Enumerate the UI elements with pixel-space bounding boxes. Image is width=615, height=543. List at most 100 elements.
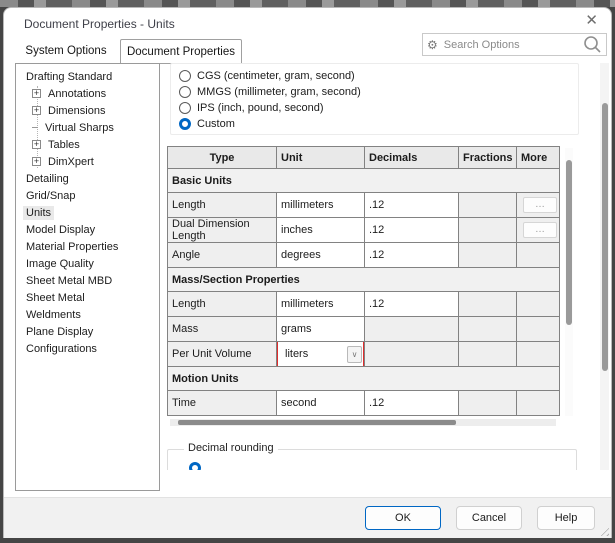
section-label: Motion Units [168, 367, 560, 391]
background-app-strip [0, 0, 615, 7]
tree-item-plane-display[interactable]: Plane Display [16, 323, 159, 340]
decimals-cell[interactable]: .12 [365, 193, 459, 218]
fractions-cell [459, 218, 517, 243]
fractions-cell [459, 292, 517, 317]
unit-cell[interactable]: liters∨ [277, 342, 365, 367]
table-horizontal-scrollbar[interactable] [170, 419, 556, 426]
radio-custom-label: Custom [197, 118, 235, 130]
decimals-cell[interactable]: .12 [365, 391, 459, 416]
section-row: Mass/Section Properties [168, 268, 560, 292]
decimals-cell[interactable]: .12 [365, 218, 459, 243]
tree-item-dimxpert[interactable]: +DimXpert [16, 153, 159, 170]
radio-mmgs-icon[interactable] [179, 86, 191, 98]
type-cell: Per Unit Volume [168, 342, 277, 367]
expand-icon[interactable]: + [32, 140, 41, 149]
tree-item-drafting-standard[interactable]: Drafting Standard [16, 68, 159, 85]
unit-cell[interactable]: millimeters [277, 193, 365, 218]
fractions-cell [459, 193, 517, 218]
table-vscroll-thumb[interactable] [566, 160, 572, 325]
type-cell: Length [168, 292, 277, 317]
decimals-cell[interactable] [365, 342, 459, 367]
tree-item-grid-snap[interactable]: Grid/Snap [16, 187, 159, 204]
radio-cgs[interactable]: CGS (centimeter, gram, second) [179, 68, 578, 84]
fractions-cell [459, 391, 517, 416]
ok-button[interactable]: OK [365, 506, 441, 530]
section-row: Basic Units [168, 169, 560, 193]
type-cell: Dual Dimension Length [168, 218, 277, 243]
units-table-row: Dual Dimension Lengthinches.12 … [168, 218, 560, 243]
table-hscroll-thumb[interactable] [178, 420, 456, 425]
more-cell [517, 292, 560, 317]
expand-icon[interactable]: + [32, 106, 41, 115]
tree-item-annotations[interactable]: + Annotations [16, 85, 159, 102]
decimals-cell[interactable]: .12 [365, 243, 459, 268]
document-properties-dialog: Document Properties - Units ✕ System Opt… [3, 7, 612, 538]
expand-icon[interactable]: + [32, 89, 41, 98]
radio-custom-icon[interactable] [179, 118, 191, 130]
more-cell [517, 342, 560, 367]
more-options-button[interactable]: … [523, 222, 557, 238]
type-cell: Mass [168, 317, 277, 342]
tree-item-label: Sheet Metal MBD [23, 274, 115, 288]
search-options-box[interactable]: ⚙ [422, 33, 607, 56]
tree-item-units[interactable]: Units [16, 204, 159, 221]
fractions-cell [459, 342, 517, 367]
table-vertical-scrollbar[interactable] [565, 148, 573, 416]
units-table-row: Lengthmillimeters.12… [168, 193, 560, 218]
unit-cell[interactable]: grams [277, 317, 365, 342]
tree-item-material-properties[interactable]: Material Properties [16, 238, 159, 255]
radio-ips[interactable]: IPS (inch, pound, second) [179, 100, 578, 116]
tree-item-label: Weldments [23, 308, 84, 322]
unit-cell[interactable]: inches [277, 218, 365, 243]
unit-cell[interactable]: millimeters [277, 292, 365, 317]
search-input[interactable] [442, 38, 579, 52]
column-header-more: More [517, 147, 560, 169]
unit-dropdown[interactable]: liters∨ [281, 342, 364, 366]
units-table-row: Angledegrees.12 [168, 243, 560, 268]
expand-icon[interactable]: + [32, 157, 41, 166]
tree-item-sheet-metal[interactable]: Sheet Metal [16, 289, 159, 306]
radio-ips-icon[interactable] [179, 102, 191, 114]
tree-item-dimensions[interactable]: +Dimensions [16, 102, 159, 119]
tree-item-label: Tables [45, 138, 83, 152]
tree-item-label: Configurations [23, 342, 100, 356]
more-options-button[interactable]: … [523, 197, 557, 213]
help-button[interactable]: Help [537, 506, 595, 530]
unit-cell[interactable]: degrees [277, 243, 365, 268]
radio-cgs-icon[interactable] [179, 70, 191, 82]
decimals-cell[interactable] [365, 317, 459, 342]
more-cell [517, 243, 560, 268]
decimals-cell[interactable]: .12 [365, 292, 459, 317]
gear-icon: ⚙ [427, 39, 438, 51]
tree-item-configurations[interactable]: Configurations [16, 340, 159, 357]
unit-dropdown-value: liters [281, 348, 347, 360]
unit-system-group: CGS (centimeter, gram, second) MMGS (mill… [170, 63, 579, 135]
settings-tree: Drafting Standard + Annotations+Dimensions… [15, 63, 160, 491]
tree-item-tables[interactable]: + Tables [16, 136, 159, 153]
tree-item-detailing[interactable]: Detailing [16, 170, 159, 187]
close-icon[interactable]: ✕ [585, 13, 598, 28]
pane-vscroll-thumb[interactable] [602, 103, 608, 371]
tab-document-properties[interactable]: Document Properties [120, 39, 242, 64]
more-cell: … [517, 218, 560, 243]
unit-cell[interactable]: second [277, 391, 365, 416]
pane-vertical-scrollbar[interactable] [600, 63, 609, 470]
tree-item-model-display[interactable]: Model Display [16, 221, 159, 238]
column-header-decimals: Decimals [365, 147, 459, 169]
tree-item-weldments[interactable]: Weldments [16, 306, 159, 323]
tree-item-label: Annotations [45, 87, 109, 101]
tree-item-label: Plane Display [23, 325, 96, 339]
more-cell [517, 391, 560, 416]
tree-item-sheet-metal-mbd[interactable]: Sheet Metal MBD [16, 272, 159, 289]
tree-item-image-quality[interactable]: Image Quality [16, 255, 159, 272]
tree-item-virtual-sharps[interactable]: Virtual Sharps [16, 119, 159, 136]
cancel-button[interactable]: Cancel [456, 506, 522, 530]
tree-item-label: Virtual Sharps [42, 121, 117, 135]
decimal-rounding-radio[interactable] [189, 462, 201, 470]
radio-custom[interactable]: Custom [179, 116, 578, 132]
radio-mmgs-label: MMGS (millimeter, gram, second) [197, 86, 361, 98]
tab-system-options[interactable]: System Options [12, 39, 120, 64]
tree-item-label: Units [23, 206, 54, 220]
chevron-down-icon[interactable]: ∨ [347, 346, 362, 363]
radio-mmgs[interactable]: MMGS (millimeter, gram, second) [179, 84, 578, 100]
